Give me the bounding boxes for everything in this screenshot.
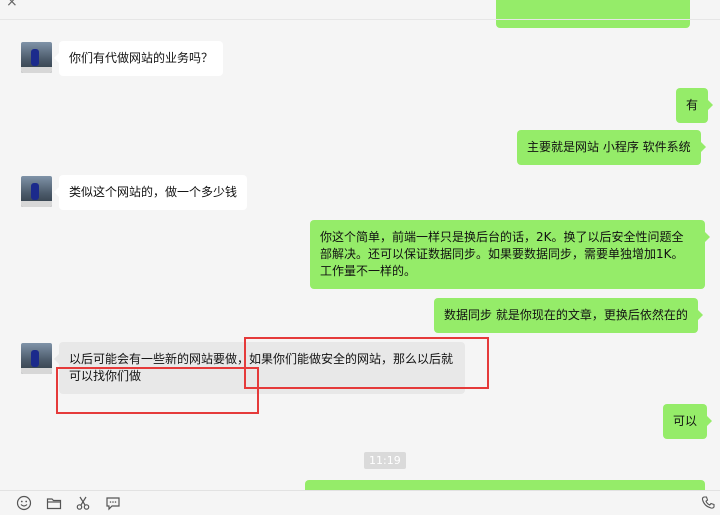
message-text: 主要就是网站 小程序 软件系统 <box>527 140 691 154</box>
input-toolbar <box>0 490 720 515</box>
avatar[interactable] <box>21 176 52 207</box>
avatar[interactable] <box>21 42 52 73</box>
message-bubble-outgoing-partial <box>305 480 705 490</box>
message-text: 你们有代做网站的业务吗？ <box>69 51 214 65</box>
message-bubble-outgoing: 主要就是网站 小程序 软件系统 <box>517 130 706 165</box>
message-text: 数据同步 就是你现在的文章，更换后依然在的 <box>444 308 688 322</box>
message-bubble-incoming: 以后可能会有一些新的网站要做，如果你们能做安全的网站，那么以后就可以找你们做 <box>54 342 465 394</box>
scissors-icon[interactable] <box>75 495 91 511</box>
message-text: 类似这个网站的，做一个多少钱 <box>69 185 238 199</box>
message-text: 可以 <box>673 414 698 428</box>
folder-icon[interactable] <box>46 495 62 511</box>
emoji-icon[interactable] <box>16 495 32 511</box>
close-icon[interactable]: × <box>6 0 18 10</box>
message-text: 以后可能会有一些新的网站要做，如果你们能做安全的网站，那么以后就可以找你们做 <box>69 352 454 383</box>
message-bubble-incoming: 你们有代做网站的业务吗？ <box>53 41 224 76</box>
avatar[interactable] <box>21 343 52 374</box>
divider <box>0 19 720 20</box>
phone-icon[interactable] <box>700 495 716 511</box>
top-bar: × <box>0 0 720 28</box>
message-text: 你这个简单，前端一样只是换后台的话，2K。换了以后安全性问题全部解决。还可以保证… <box>320 230 684 278</box>
timestamp: 11:19 <box>364 452 406 469</box>
message-text: 有 <box>686 98 699 112</box>
message-bubble-outgoing: 可以 <box>663 404 713 439</box>
message-bubble-outgoing-partial <box>496 0 690 28</box>
message-bubble-outgoing: 你这个简单，前端一样只是换后台的话，2K。换了以后安全性问题全部解决。还可以保证… <box>310 220 710 289</box>
message-bubble-incoming: 类似这个网站的，做一个多少钱 <box>53 175 248 210</box>
message-bubble-outgoing: 有 <box>676 88 714 123</box>
message-bubble-outgoing: 数据同步 就是你现在的文章，更换后依然在的 <box>434 298 703 333</box>
chat-history-icon[interactable] <box>105 495 121 511</box>
